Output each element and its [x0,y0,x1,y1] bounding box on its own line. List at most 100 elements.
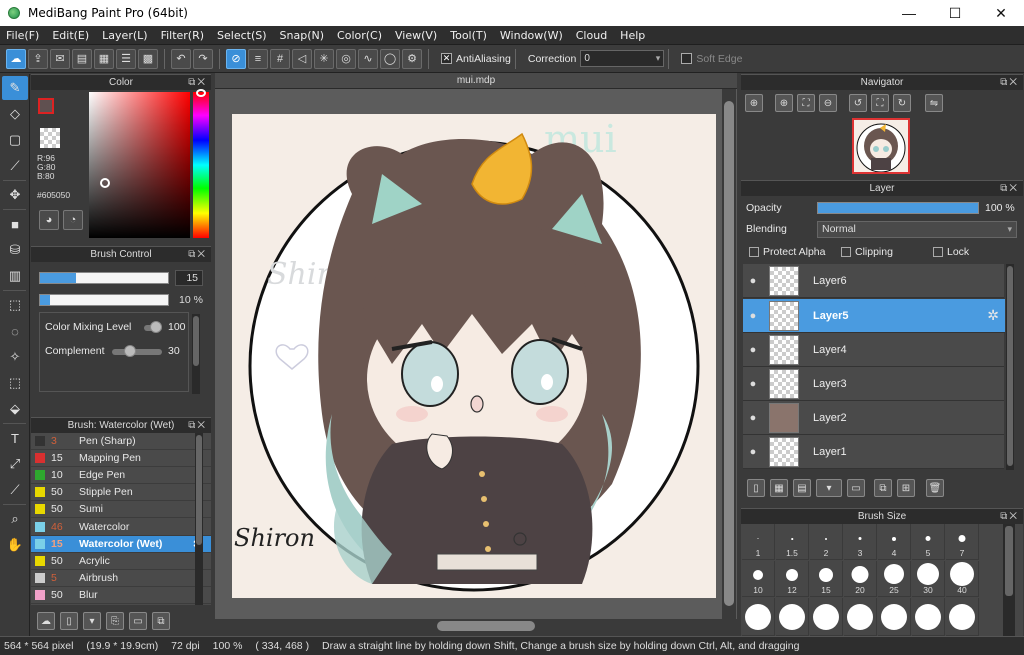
brush-size-cell[interactable] [742,598,775,636]
list-icon[interactable]: ☰ [116,48,136,69]
brush-size-cell[interactable] [844,598,877,636]
select-rect-icon[interactable]: ⬚ [2,293,28,317]
zoom-out-icon[interactable]: ⊖ [819,94,837,112]
merge-layer-icon[interactable]: ⊞ [897,479,915,497]
brush-tool-icon[interactable]: ✎ [2,76,28,100]
soft-edge-checkbox[interactable]: Soft Edge [681,53,742,65]
brush-size-cell[interactable]: 40 [946,561,979,597]
brush-size-cell[interactable]: 3 [844,524,877,560]
layer-opacity-slider[interactable] [817,202,979,214]
reset-view-icon[interactable]: ⛶ [871,94,889,112]
brush-size-cell[interactable]: 5 [912,524,945,560]
brush-size-cell[interactable] [776,598,809,636]
brush-size-cell[interactable]: 20 [844,561,877,597]
snap-ellipse-icon[interactable]: ◯ [380,48,400,69]
add-brush-icon[interactable]: ▾ [83,612,101,630]
panel-controls-icon[interactable]: ⧉✕ [188,418,207,433]
brush-size-cell[interactable]: 25 [878,561,911,597]
brush-size-cell[interactable]: 4 [878,524,911,560]
zoom-in-icon[interactable]: ⊕ [745,94,763,112]
gradient-tool-icon[interactable]: ▥ [2,264,28,288]
brush-list-scrollbar[interactable] [195,433,203,605]
brush-size-value[interactable]: 15 [175,270,203,286]
snap-off-icon[interactable]: ⊘ [226,48,246,69]
menu-help[interactable]: Help [620,29,645,42]
panel-controls-icon[interactable]: ⧉✕ [188,75,207,90]
brush-size-slider[interactable] [39,272,169,284]
color-mixing-slider[interactable] [150,321,162,333]
new-8bit-layer-icon[interactable]: ▤ [793,479,811,497]
fill-shape-tool-icon[interactable]: ■ [2,212,28,236]
chat-icon[interactable]: ▤ [72,48,92,69]
blur-tool-icon[interactable]: ⟋ [2,154,28,178]
snap-vanishing-icon[interactable]: ◁ [292,48,312,69]
panel-controls-icon[interactable]: ⧉✕ [1000,509,1019,524]
canvas-area[interactable]: mui Shiron Shiron [215,89,737,619]
brush-size-cell[interactable]: 10 [742,561,775,597]
magic-wand-icon[interactable]: ✧ [2,345,28,369]
select-eraser-icon[interactable]: ⬙ [2,397,28,421]
clipping-checkbox[interactable]: Clipping [841,246,893,258]
flip-horizontal-icon[interactable]: ⇋ [925,94,943,112]
menu-edit[interactable]: Edit(E) [52,29,89,42]
brush-item[interactable]: 15 Mapping Pen [31,450,211,468]
antialiasing-checkbox[interactable]: ✕ AntiAliasing [441,53,511,65]
brush-item[interactable]: 50 Stipple Pen [31,484,211,502]
snap-curve-icon[interactable]: ∿ [358,48,378,69]
visibility-icon[interactable]: ● [743,310,763,322]
brush-item[interactable]: 46 Watercolor [31,518,211,536]
brush-item[interactable]: 50 Blur [31,587,211,604]
lock-checkbox[interactable]: Lock [933,246,969,258]
rotate-left-icon[interactable]: ↺ [849,94,867,112]
menu-tool[interactable]: Tool(T) [450,29,487,42]
brush-size-cell[interactable] [810,598,843,636]
redo-icon[interactable]: ↷ [193,48,213,69]
brush-item-selected[interactable]: 15Watercolor (Wet)✲ [31,535,211,553]
canvas-vertical-scrollbar[interactable] [722,89,736,619]
color-settings-icon[interactable]: ◔ [63,210,83,230]
close-button[interactable]: ✕ [978,0,1024,26]
menu-snap[interactable]: Snap(N) [280,29,325,42]
delete-layer-icon[interactable]: 🗑 [926,479,944,497]
brush-size-cell[interactable]: 12 [776,561,809,597]
move-tool-icon[interactable]: ✥ [2,183,28,207]
document-icon[interactable]: ▦ [94,48,114,69]
layer-row[interactable]: ● Layer3 [743,367,1004,401]
minimize-button[interactable]: — [886,0,932,26]
artwork[interactable]: mui Shiron Shiron [232,114,716,598]
share-icon[interactable]: ⇪ [28,48,48,69]
cloud-icon[interactable]: ☁ [6,48,26,69]
layer-row[interactable]: ● Layer6 [743,264,1004,298]
visibility-icon[interactable]: ● [743,412,763,424]
text-tool-icon[interactable]: T [2,426,28,450]
brush-size-cell[interactable] [912,598,945,636]
panel-controls-icon[interactable]: ⧉✕ [1000,181,1019,196]
snap-grid-icon[interactable]: # [270,48,290,69]
brush-size-cell[interactable]: 15 [810,561,843,597]
layer-row-selected[interactable]: ● Layer5 ✲ [743,299,1005,333]
complement-slider[interactable] [124,345,136,357]
brush-item[interactable]: 3 Pen (Sharp) [31,433,211,451]
layer-folder-icon[interactable]: ▭ [847,479,865,497]
cloud-brush-icon[interactable]: ☁ [37,612,55,630]
bucket-tool-icon[interactable]: ⛁ [2,238,28,262]
brush-size-cell[interactable] [878,598,911,636]
hue-marker[interactable] [196,89,206,97]
new-layer-icon[interactable]: ▯ [747,479,765,497]
new-brush-icon[interactable]: ▯ [60,612,78,630]
menu-window[interactable]: Window(W) [500,29,563,42]
comment-icon[interactable]: ✉ [50,48,70,69]
protect-alpha-checkbox[interactable]: Protect Alpha [749,246,825,258]
snap-settings-icon[interactable]: ⚙ [402,48,422,69]
add-layer-dropdown-icon[interactable]: ▾ [816,479,842,497]
menu-select[interactable]: Select(S) [217,29,267,42]
visibility-icon[interactable]: ● [743,446,763,458]
foreground-color-swatch[interactable] [38,98,54,114]
maximize-button[interactable]: ☐ [932,0,978,26]
brush-control-scrollbar[interactable] [192,314,200,394]
snap-parallel-icon[interactable]: ≡ [248,48,268,69]
transparent-swatch[interactable] [40,128,60,148]
layer-settings-gear-icon[interactable]: ✲ [987,307,999,324]
brush-properties-icon[interactable]: ⎘ [106,612,124,630]
brush-size-cell[interactable] [946,598,979,636]
